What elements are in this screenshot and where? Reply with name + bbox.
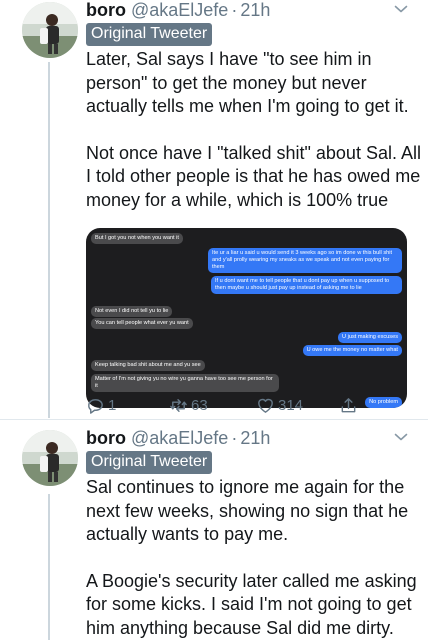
attached-screenshot[interactable]: But I got you not when you want it Ite u… [86,228,407,408]
tweet-text: Later, Sal says I have "to see him in pe… [86,48,421,212]
message-bubble-received: You can tell people what ever yu want [91,318,193,329]
message-bubble-sent: U owe me the money no matter what [302,345,402,356]
reply-button[interactable]: 1 [86,396,116,415]
timestamp[interactable]: 21h [240,428,270,449]
tweet[interactable]: boro @akaElJefe · 21h Original Tweeter L… [0,0,428,418]
heart-icon [256,396,275,415]
tweet-line: I told other people is that he has owed … [86,166,421,186]
tweet-line: Sal continues to ignore me again for the [86,477,405,497]
original-tweeter-badge: Original Tweeter [86,22,414,46]
separator-dot: · [231,0,238,20]
tweet-divider [0,419,428,420]
like-button[interactable]: 314 [256,396,303,415]
tweet[interactable]: boro @akaElJefe · 21h Original Tweeter S… [0,428,428,640]
reply-count: 1 [108,397,117,414]
message-bubble-sent: U just making excuses [338,332,402,343]
message-bubble-received: Keep talking bad shit about me and yu se… [91,360,205,371]
avatar[interactable] [22,2,78,58]
original-tweeter-badge: Original Tweeter [86,450,414,474]
tweet-line: actually tells me when I'm going to get … [86,96,409,116]
message-bubble-received: But I got you not when you want it [91,233,183,244]
tweet-line: A Boogie's security later called me aski… [86,570,417,591]
retweet-icon [169,396,188,415]
retweet-button[interactable]: 63 [169,396,208,415]
message-bubble-received: Matter of I'm not giving yu no wire yu g… [91,374,279,392]
tweet-actions: 1 63 314 [86,396,386,416]
tweet-line: Not once have I "talked shit" about Sal.… [86,142,421,163]
tweet-line: next few weeks, showing no sign that he [86,500,409,521]
message-bubble-sent: If u dont want me to tell people that u … [211,276,402,294]
tweet-line: person" to get the money but never [86,72,367,93]
display-name[interactable]: boro [86,0,126,21]
share-icon [339,396,358,415]
reply-icon [86,396,105,415]
message-bubble-received: Not even I did not tell yu to lie [91,306,173,317]
tweet-header: boro @akaElJefe · 21h [86,0,414,22]
like-count: 314 [278,397,304,414]
avatar[interactable] [22,430,78,486]
tweet-line: him anything because Sal did me dirty. [86,617,394,638]
share-button[interactable] [339,396,358,415]
chevron-down-icon[interactable] [394,2,408,16]
username-handle[interactable]: @akaElJefe [131,0,228,21]
tweet-header: boro @akaElJefe · 21h [86,428,414,450]
timestamp[interactable]: 21h [240,0,270,21]
separator-dot: · [231,428,238,448]
username-handle[interactable]: @akaElJefe [131,428,228,449]
tweet-line: money for a while, which is 100% true [86,189,389,210]
display-name[interactable]: boro [86,428,126,449]
tweet-line: actually wants to pay me. [86,524,289,544]
tweet-text: Sal continues to ignore me again for the… [86,476,417,640]
retweet-count: 63 [191,397,208,414]
tweet-line: for some kicks. I said I'm not going to … [86,594,412,614]
message-bubble-sent: Ite ur a liar u said u would send it 3 w… [208,248,402,273]
chevron-down-icon[interactable] [394,430,408,444]
tweet-line: Later, Sal says I have "to see him in [86,49,372,69]
